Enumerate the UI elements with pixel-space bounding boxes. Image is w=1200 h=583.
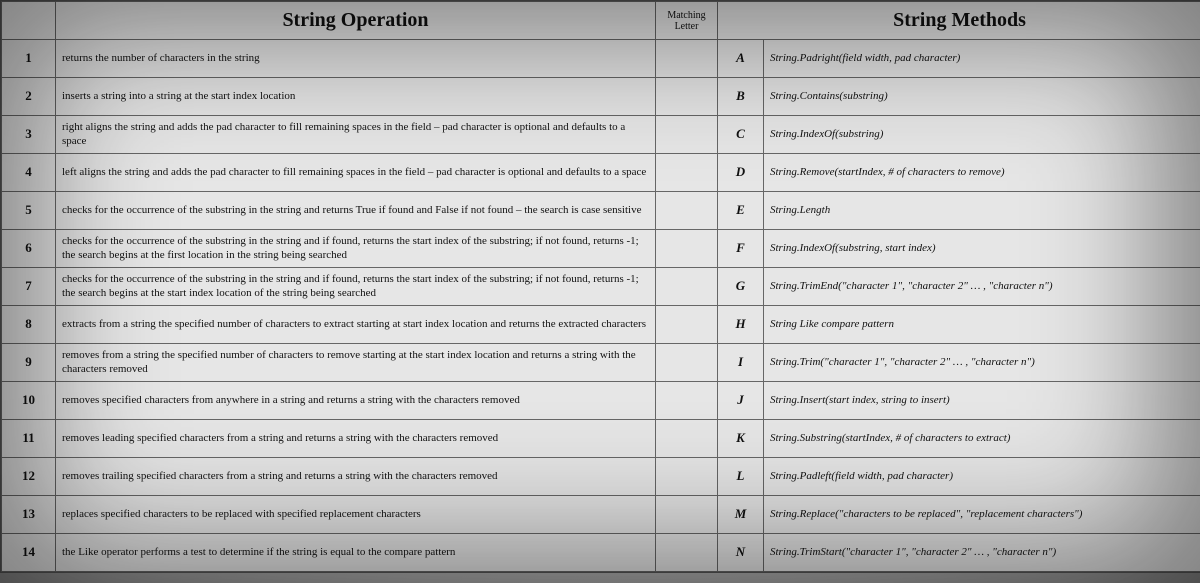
header-row: String Operation Matching Letter String …	[2, 2, 1200, 40]
table-row: 10removes specified characters from anyw…	[2, 382, 1200, 420]
matching-letter-cell[interactable]	[656, 78, 718, 116]
row-number: 4	[2, 154, 56, 192]
method-signature: String.IndexOf(substring)	[764, 116, 1200, 154]
method-signature: String.Contains(substring)	[764, 78, 1200, 116]
method-signature: String.IndexOf(substring, start index)	[764, 230, 1200, 268]
row-number: 13	[2, 496, 56, 534]
row-number: 3	[2, 116, 56, 154]
table-row: 2inserts a string into a string at the s…	[2, 78, 1200, 116]
operation-description: removes leading specified characters fro…	[56, 420, 656, 458]
row-number: 14	[2, 534, 56, 572]
row-number: 11	[2, 420, 56, 458]
operation-description: inserts a string into a string at the st…	[56, 78, 656, 116]
method-letter: E	[718, 192, 764, 230]
matching-letter-cell[interactable]	[656, 192, 718, 230]
method-signature: String.Length	[764, 192, 1200, 230]
header-blank-num	[2, 2, 56, 40]
table-row: 13replaces specified characters to be re…	[2, 496, 1200, 534]
method-letter: F	[718, 230, 764, 268]
method-signature: String.Replace("characters to be replace…	[764, 496, 1200, 534]
row-number: 2	[2, 78, 56, 116]
matching-letter-cell[interactable]	[656, 344, 718, 382]
operation-description: the Like operator performs a test to det…	[56, 534, 656, 572]
matching-letter-cell[interactable]	[656, 230, 718, 268]
method-letter: I	[718, 344, 764, 382]
operation-description: checks for the occurrence of the substri…	[56, 230, 656, 268]
matching-letter-cell[interactable]	[656, 116, 718, 154]
method-signature: String.Trim("character 1", "character 2"…	[764, 344, 1200, 382]
row-number: 5	[2, 192, 56, 230]
method-letter: B	[718, 78, 764, 116]
method-letter: J	[718, 382, 764, 420]
method-signature: String.Padleft(field width, pad characte…	[764, 458, 1200, 496]
table-row: 11removes leading specified characters f…	[2, 420, 1200, 458]
method-signature: String.Insert(start index, string to ins…	[764, 382, 1200, 420]
operation-description: removes specified characters from anywhe…	[56, 382, 656, 420]
matching-letter-cell[interactable]	[656, 154, 718, 192]
operation-description: right aligns the string and adds the pad…	[56, 116, 656, 154]
method-signature: String.TrimStart("character 1", "charact…	[764, 534, 1200, 572]
table-row: 8extracts from a string the specified nu…	[2, 306, 1200, 344]
table-row: 6checks for the occurrence of the substr…	[2, 230, 1200, 268]
table-row: 14the Like operator performs a test to d…	[2, 534, 1200, 572]
method-signature: String Like compare pattern	[764, 306, 1200, 344]
matching-letter-cell[interactable]	[656, 420, 718, 458]
header-matching: Matching Letter	[656, 2, 718, 40]
method-letter: N	[718, 534, 764, 572]
method-letter: G	[718, 268, 764, 306]
operation-description: checks for the occurrence of the substri…	[56, 192, 656, 230]
matching-letter-cell[interactable]	[656, 268, 718, 306]
worksheet-table: String Operation Matching Letter String …	[0, 0, 1200, 573]
row-number: 8	[2, 306, 56, 344]
row-number: 6	[2, 230, 56, 268]
row-number: 10	[2, 382, 56, 420]
table-row: 5checks for the occurrence of the substr…	[2, 192, 1200, 230]
method-signature: String.TrimEnd("character 1", "character…	[764, 268, 1200, 306]
method-signature: String.Substring(startIndex, # of charac…	[764, 420, 1200, 458]
table-row: 1returns the number of characters in the…	[2, 40, 1200, 78]
operation-description: returns the number of characters in the …	[56, 40, 656, 78]
method-letter: K	[718, 420, 764, 458]
row-number: 7	[2, 268, 56, 306]
matching-letter-cell[interactable]	[656, 496, 718, 534]
table-row: 7checks for the occurrence of the substr…	[2, 268, 1200, 306]
method-letter: L	[718, 458, 764, 496]
method-signature: String.Padright(field width, pad charact…	[764, 40, 1200, 78]
operation-description: replaces specified characters to be repl…	[56, 496, 656, 534]
matching-letter-cell[interactable]	[656, 40, 718, 78]
header-operation: String Operation	[56, 2, 656, 40]
method-letter: C	[718, 116, 764, 154]
method-letter: M	[718, 496, 764, 534]
matching-letter-cell[interactable]	[656, 458, 718, 496]
method-letter: D	[718, 154, 764, 192]
method-letter: H	[718, 306, 764, 344]
matching-letter-cell[interactable]	[656, 534, 718, 572]
table-row: 4left aligns the string and adds the pad…	[2, 154, 1200, 192]
operation-description: extracts from a string the specified num…	[56, 306, 656, 344]
matching-letter-cell[interactable]	[656, 382, 718, 420]
row-number: 1	[2, 40, 56, 78]
row-number: 9	[2, 344, 56, 382]
matching-letter-cell[interactable]	[656, 306, 718, 344]
table-row: 9removes from a string the specified num…	[2, 344, 1200, 382]
row-number: 12	[2, 458, 56, 496]
operation-description: removes from a string the specified numb…	[56, 344, 656, 382]
operation-description: left aligns the string and adds the pad …	[56, 154, 656, 192]
method-signature: String.Remove(startIndex, # of character…	[764, 154, 1200, 192]
table-row: 12removes trailing specified characters …	[2, 458, 1200, 496]
method-letter: A	[718, 40, 764, 78]
header-methods: String Methods	[718, 2, 1200, 40]
operation-description: checks for the occurrence of the substri…	[56, 268, 656, 306]
string-operations-table: String Operation Matching Letter String …	[1, 1, 1200, 572]
table-row: 3right aligns the string and adds the pa…	[2, 116, 1200, 154]
operation-description: removes trailing specified characters fr…	[56, 458, 656, 496]
